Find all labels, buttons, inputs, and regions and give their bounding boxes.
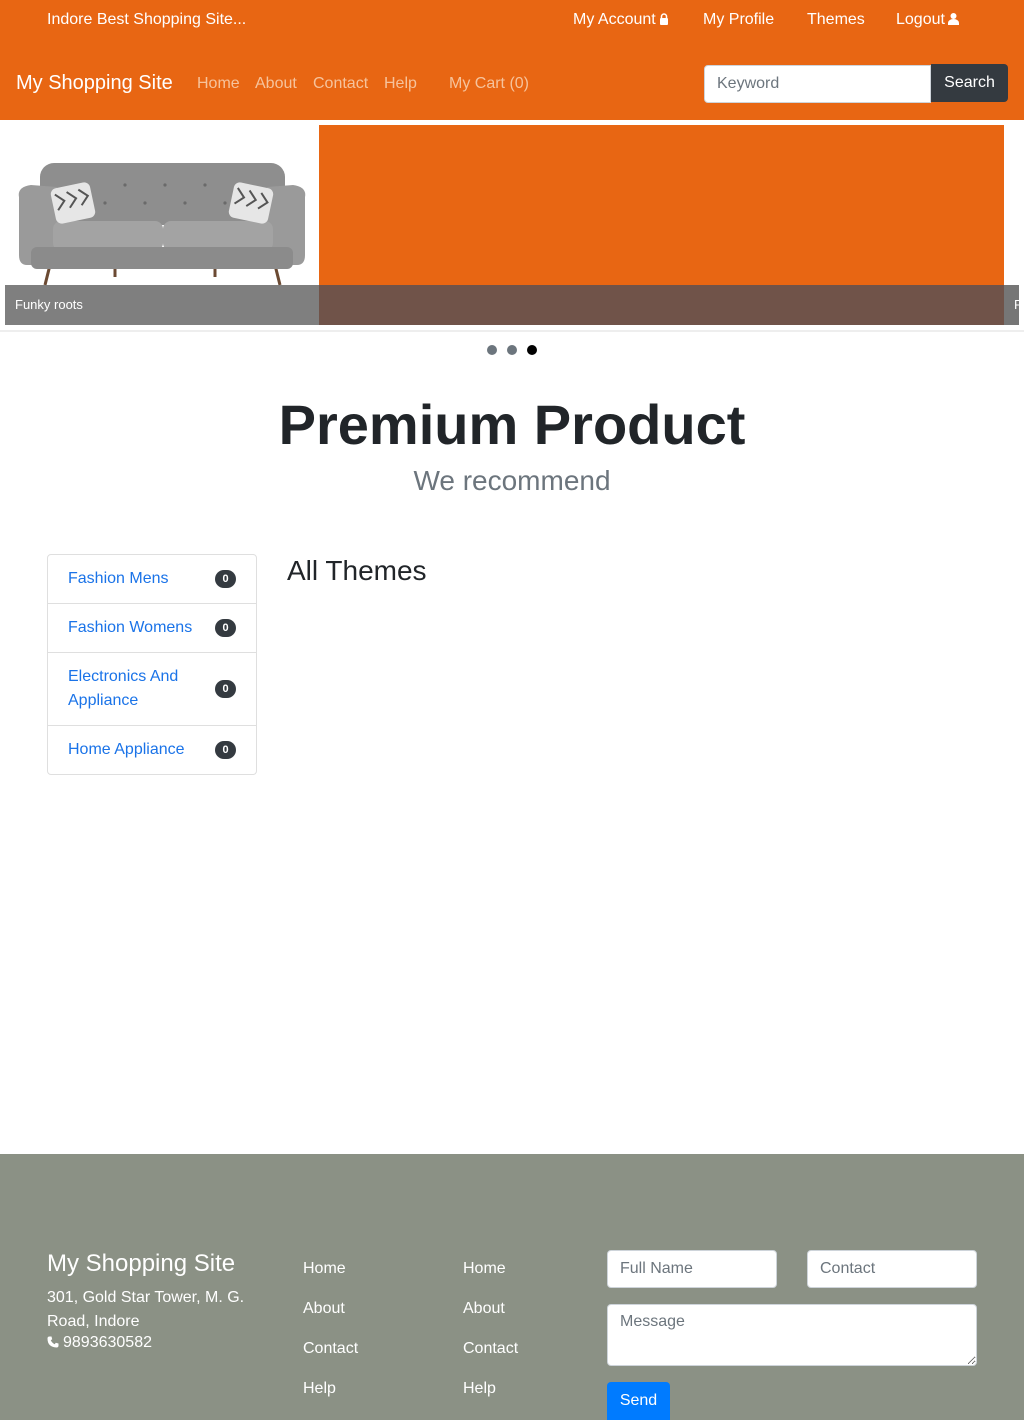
- footer-col2-home-link[interactable]: Home: [463, 1260, 506, 1278]
- carousel-dot-2[interactable]: [507, 345, 517, 355]
- category-item-fashion-womens[interactable]: Fashion Womens 0: [48, 604, 256, 653]
- carousel-caption: Funky roots: [15, 297, 83, 312]
- product-carousel[interactable]: Funky roots F: [0, 120, 1024, 332]
- nav-about-link[interactable]: About: [255, 75, 297, 93]
- footer-col1-contact-link[interactable]: Contact: [303, 1340, 358, 1358]
- carousel-divider: [0, 330, 1024, 332]
- category-list: Fashion Mens 0 Fashion Womens 0 Electron…: [47, 554, 257, 775]
- phone-icon: [47, 1336, 59, 1348]
- logout-label: Logout: [896, 11, 945, 28]
- my-profile-link[interactable]: My Profile: [703, 11, 774, 29]
- nav-help-link[interactable]: Help: [384, 75, 417, 93]
- category-count-badge: 0: [215, 680, 236, 698]
- main-navbar: My Shopping Site Home About Contact Help…: [0, 40, 1024, 120]
- category-count-badge: 0: [215, 619, 236, 637]
- themes-link[interactable]: Themes: [807, 11, 865, 29]
- carousel-next-caption: F: [1014, 297, 1022, 312]
- footer-brand: My Shopping Site: [47, 1250, 236, 1277]
- footer-col2-about-link[interactable]: About: [463, 1300, 505, 1318]
- footer-col1-about-link[interactable]: About: [303, 1300, 345, 1318]
- category-item-electronics[interactable]: Electronics And Appliance 0: [48, 653, 256, 726]
- category-label: Electronics And Appliance: [68, 668, 179, 709]
- premium-product-heading: Premium Product: [278, 393, 746, 456]
- send-button[interactable]: Send: [607, 1382, 670, 1420]
- category-item-fashion-mens[interactable]: Fashion Mens 0: [48, 555, 256, 604]
- carousel-dot-3-active[interactable]: [527, 345, 537, 355]
- user-icon: [947, 13, 959, 25]
- site-footer: My Shopping Site 301, Gold Star Tower, M…: [0, 1154, 1024, 1420]
- category-label: Home Appliance: [68, 741, 185, 758]
- nav-cart-link[interactable]: My Cart (0): [449, 75, 529, 93]
- top-bar: Indore Best Shopping Site... My Account …: [0, 0, 1024, 40]
- my-account-link[interactable]: My Account: [573, 11, 669, 29]
- site-tagline: Indore Best Shopping Site...: [47, 11, 247, 28]
- category-label: Fashion Womens: [68, 619, 193, 636]
- footer-col2-contact-link[interactable]: Contact: [463, 1340, 518, 1358]
- search-button[interactable]: Search: [931, 64, 1008, 102]
- footer-phone: 9893630582: [47, 1334, 152, 1352]
- recommend-subheading: We recommend: [413, 465, 611, 496]
- category-count-badge: 0: [215, 570, 236, 588]
- search-input[interactable]: [704, 65, 931, 103]
- footer-col2-help-link[interactable]: Help: [463, 1380, 496, 1398]
- logout-link[interactable]: Logout: [896, 11, 959, 29]
- footer-phone-number: 9893630582: [63, 1334, 152, 1351]
- message-textarea[interactable]: [607, 1304, 977, 1366]
- nav-contact-link[interactable]: Contact: [313, 75, 368, 93]
- contact-input[interactable]: [807, 1250, 977, 1288]
- footer-col1-home-link[interactable]: Home: [303, 1260, 346, 1278]
- carousel-caption-overlay: [319, 285, 1004, 325]
- brand-logo-link[interactable]: My Shopping Site: [16, 72, 173, 95]
- category-label: Fashion Mens: [68, 570, 169, 587]
- footer-col1-help-link[interactable]: Help: [303, 1380, 336, 1398]
- lock-icon: [659, 13, 668, 25]
- category-count-badge: 0: [215, 741, 236, 759]
- carousel-dot-1[interactable]: [487, 345, 497, 355]
- all-themes-heading: All Themes: [287, 555, 427, 586]
- my-account-label: My Account: [573, 11, 656, 28]
- nav-home-link[interactable]: Home: [197, 75, 240, 93]
- full-name-input[interactable]: [607, 1250, 777, 1288]
- category-item-home-appliance[interactable]: Home Appliance 0: [48, 726, 256, 774]
- footer-address: 301, Gold Star Tower, M. G. Road, Indore: [47, 1289, 245, 1330]
